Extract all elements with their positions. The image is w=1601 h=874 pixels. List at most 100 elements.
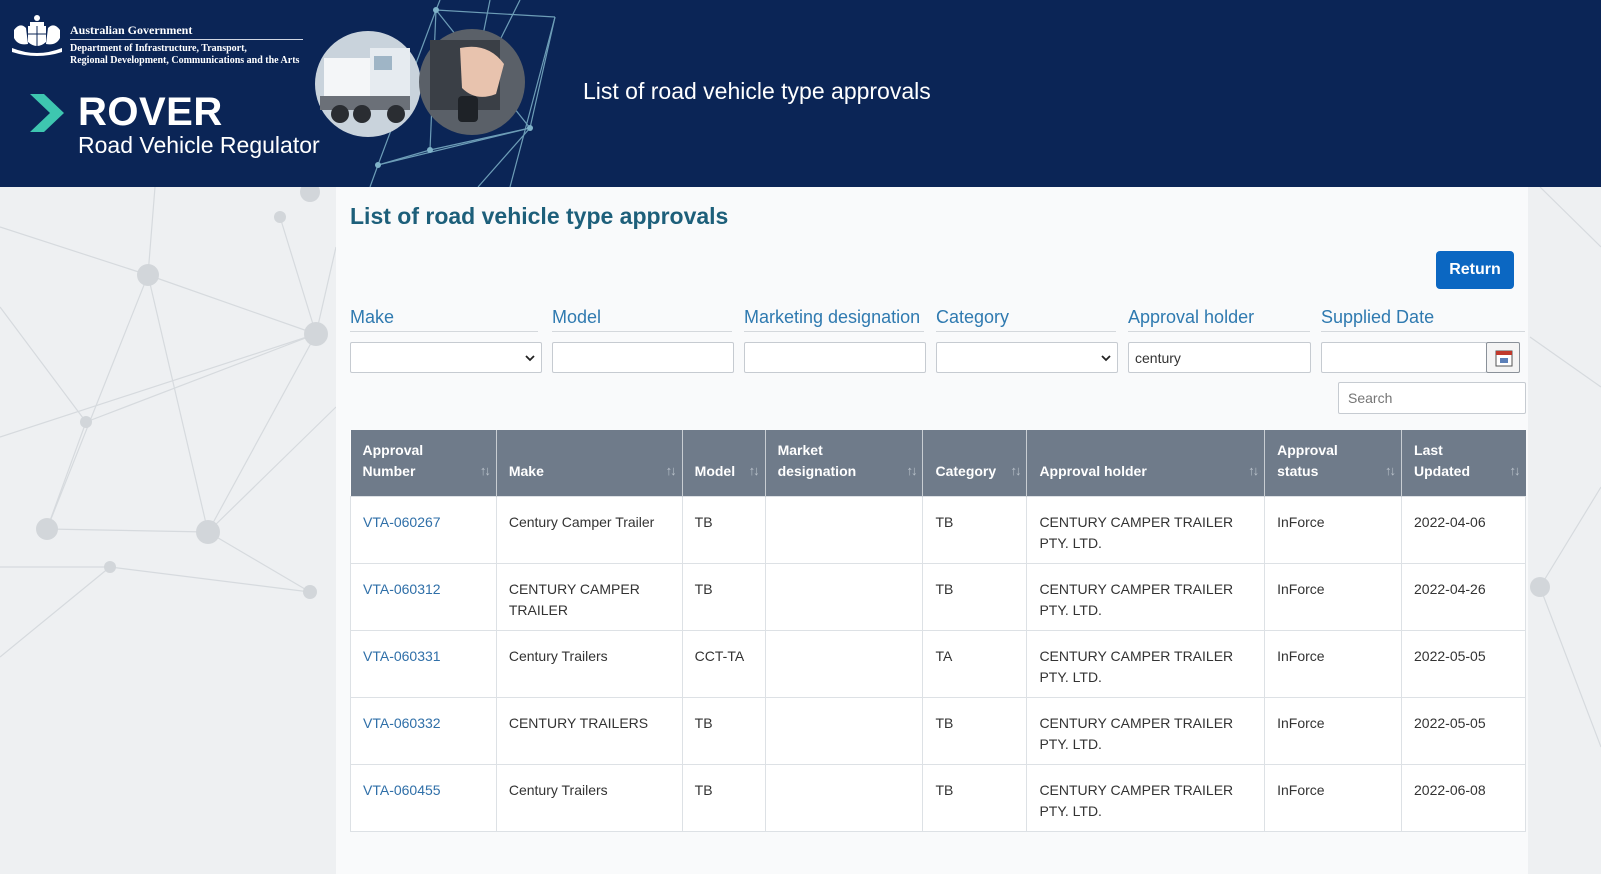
table-row: VTA-060267 Century Camper Trailer TB TB … xyxy=(350,495,1526,564)
column-header-line: Model xyxy=(694,462,736,479)
table-row: VTA-060331 Century Trailers CCT-TA TA CE… xyxy=(350,629,1526,698)
approvals-table: Approval Number ↑↓ Make ↑↓ Model ↑↓ Mark… xyxy=(350,430,1526,832)
column-header-approval-holder[interactable]: Approval holder ↑↓ xyxy=(1026,430,1266,496)
column-header-approval-number[interactable]: Approval Number ↑↓ xyxy=(350,430,497,496)
approval-holder-input[interactable] xyxy=(1128,342,1311,373)
category-cell: TB xyxy=(922,763,1028,832)
approval-holder-cell: CENTURY CAMPER TRAILER PTY. LTD. xyxy=(1026,696,1266,765)
model-cell: TB xyxy=(681,763,766,832)
column-header-make[interactable]: Make ↑↓ xyxy=(496,430,683,496)
designation-cell xyxy=(764,696,924,765)
approval-number-link[interactable]: VTA-060332 xyxy=(363,715,441,731)
column-header-line: Approval xyxy=(1277,441,1338,458)
approval-holder-cell: CENTURY CAMPER TRAILER PTY. LTD. xyxy=(1026,763,1266,832)
search-input[interactable] xyxy=(1338,382,1526,414)
department-line-1: Department of Infrastructure, Transport, xyxy=(70,43,247,54)
designation-cell xyxy=(764,763,924,832)
column-header-market-designation[interactable]: Market designation ↑↓ xyxy=(765,430,924,496)
divider xyxy=(70,39,303,40)
make-select[interactable] xyxy=(350,342,542,373)
approval-holder-filter-label: Approval holder xyxy=(1128,307,1310,332)
designation-cell xyxy=(764,562,924,631)
table-row: VTA-060332 CENTURY TRAILERS TB TB CENTUR… xyxy=(350,696,1526,765)
category-cell: TB xyxy=(922,696,1028,765)
sort-icon[interactable]: ↑↓ xyxy=(666,460,677,481)
column-header-line: Make xyxy=(508,462,544,479)
table-row: VTA-060455 Century Trailers TB TB CENTUR… xyxy=(350,763,1526,832)
last-updated-cell: 2022-04-26 xyxy=(1401,562,1526,631)
government-title: Australian Government xyxy=(70,23,193,37)
department-line-2: Regional Development, Communications and… xyxy=(70,55,300,66)
category-cell: TA xyxy=(922,629,1028,698)
sort-icon[interactable]: ↑↓ xyxy=(906,460,917,481)
column-header-line: Updated xyxy=(1414,462,1471,479)
sort-icon[interactable]: ↑↓ xyxy=(749,460,760,481)
column-header-line: Category xyxy=(935,462,997,479)
column-header-line: Last xyxy=(1414,441,1443,458)
table-header-row: Approval Number ↑↓ Make ↑↓ Model ↑↓ Mark… xyxy=(350,430,1526,496)
approval-number-link[interactable]: VTA-060267 xyxy=(363,514,441,530)
model-filter-label: Model xyxy=(552,307,732,332)
approval-status-cell: InForce xyxy=(1264,495,1403,564)
category-cell: TB xyxy=(922,495,1028,564)
calendar-icon xyxy=(1495,350,1513,367)
column-header-approval-status[interactable]: Approval status ↑↓ xyxy=(1264,430,1403,496)
approval-number-cell: VTA-060331 xyxy=(350,629,497,698)
model-input[interactable] xyxy=(552,342,734,373)
column-header-line: Market xyxy=(777,441,823,458)
sort-icon[interactable]: ↑↓ xyxy=(1248,460,1259,481)
page-title: List of road vehicle type approvals xyxy=(350,203,729,229)
hero-illustration xyxy=(315,0,556,187)
approval-status-cell: InForce xyxy=(1264,763,1403,832)
marketing-designation-input[interactable] xyxy=(744,342,926,373)
column-header-model[interactable]: Model ↑↓ xyxy=(682,430,766,496)
last-updated-cell: 2022-06-08 xyxy=(1401,763,1526,832)
site-header: Australian Government Department of Infr… xyxy=(0,0,1601,187)
make-cell: Century Trailers xyxy=(495,629,683,698)
category-select[interactable] xyxy=(936,342,1118,373)
approval-holder-cell: CENTURY CAMPER TRAILER PTY. LTD. xyxy=(1026,629,1266,698)
designation-cell xyxy=(764,495,924,564)
marketing-designation-filter-label: Marketing designation xyxy=(744,307,924,332)
last-updated-cell: 2022-05-05 xyxy=(1401,629,1526,698)
approval-status-cell: InForce xyxy=(1264,562,1403,631)
header-title: List of road vehicle type approvals xyxy=(583,78,931,104)
supplied-date-input[interactable] xyxy=(1321,342,1487,373)
return-button[interactable]: Return xyxy=(1436,251,1514,289)
column-header-line: Number xyxy=(362,462,416,479)
approval-status-cell: InForce xyxy=(1264,629,1403,698)
brand-name[interactable]: ROVER xyxy=(78,90,223,135)
approval-status-cell: InForce xyxy=(1264,696,1403,765)
approval-number-cell: VTA-060455 xyxy=(350,763,497,832)
sort-icon[interactable]: ↑↓ xyxy=(480,460,491,481)
model-cell: TB xyxy=(681,696,766,765)
approval-number-link[interactable]: VTA-060331 xyxy=(363,648,441,664)
approval-number-link[interactable]: VTA-060455 xyxy=(363,782,441,798)
sort-icon[interactable]: ↑↓ xyxy=(1385,460,1396,481)
model-cell: CCT-TA xyxy=(681,629,766,698)
make-cell: CENTURY CAMPER TRAILER xyxy=(495,562,683,631)
brand-tagline: Road Vehicle Regulator xyxy=(78,132,320,158)
make-cell: Century Camper Trailer xyxy=(495,495,683,564)
designation-cell xyxy=(764,629,924,698)
approval-number-cell: VTA-060267 xyxy=(350,495,497,564)
approval-holder-cell: CENTURY CAMPER TRAILER PTY. LTD. xyxy=(1026,495,1266,564)
column-header-category[interactable]: Category ↑↓ xyxy=(922,430,1028,496)
chevron-down-icon xyxy=(1101,355,1111,362)
main-content: List of road vehicle type approvals Retu… xyxy=(336,187,1528,874)
approval-number-cell: VTA-060312 xyxy=(350,562,497,631)
approval-holder-cell: CENTURY CAMPER TRAILER PTY. LTD. xyxy=(1026,562,1266,631)
category-filter-label: Category xyxy=(936,307,1116,332)
make-cell: Century Trailers xyxy=(495,763,683,832)
column-header-last-updated[interactable]: Last Updated ↑↓ xyxy=(1401,430,1526,496)
model-cell: TB xyxy=(681,562,766,631)
approval-number-cell: VTA-060332 xyxy=(350,696,497,765)
make-filter-label: Make xyxy=(350,307,538,332)
calendar-button[interactable] xyxy=(1486,342,1520,373)
sort-icon[interactable]: ↑↓ xyxy=(1510,460,1521,481)
column-header-line: status xyxy=(1277,462,1319,479)
last-updated-cell: 2022-05-05 xyxy=(1401,696,1526,765)
department-name: Department of Infrastructure, Transport,… xyxy=(70,43,310,67)
approval-number-link[interactable]: VTA-060312 xyxy=(363,581,441,597)
sort-icon[interactable]: ↑↓ xyxy=(1010,460,1021,481)
